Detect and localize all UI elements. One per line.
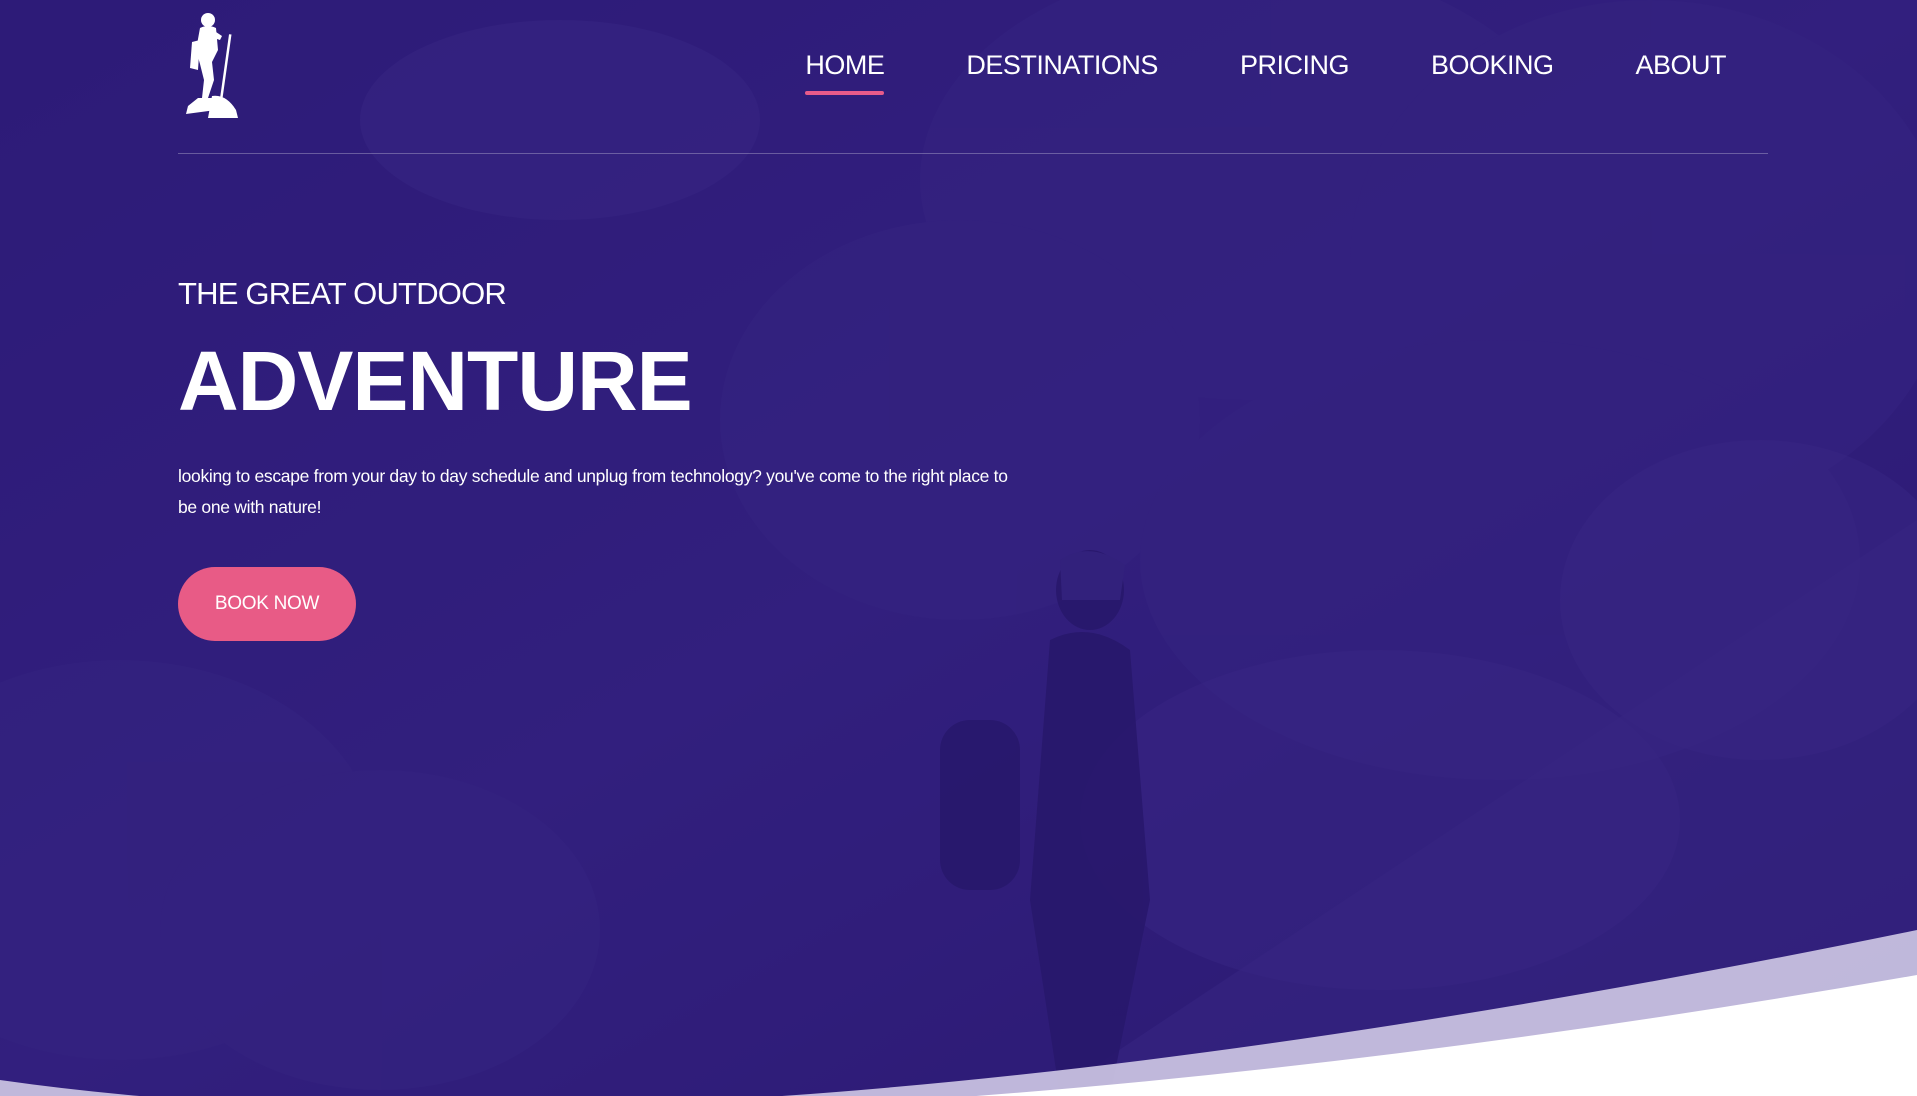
hero-description: looking to escape from your day to day s… bbox=[178, 466, 1008, 517]
hero-section: HOME DESTINATIONS PRICING BOOKING ABOUT … bbox=[0, 0, 1917, 1096]
nav-item-booking[interactable]: BOOKING bbox=[1431, 50, 1554, 95]
hero-copy: THE GREAT OUTDOOR ADVENTURE looking to e… bbox=[178, 278, 1038, 641]
nav-item-destinations[interactable]: DESTINATIONS bbox=[966, 50, 1158, 95]
site-header: HOME DESTINATIONS PRICING BOOKING ABOUT bbox=[178, 0, 1768, 154]
main-nav: HOME DESTINATIONS PRICING BOOKING ABOUT bbox=[805, 50, 1726, 95]
hero-eyebrow: THE GREAT OUTDOOR bbox=[178, 276, 507, 311]
nav-item-pricing[interactable]: PRICING bbox=[1240, 50, 1350, 95]
nav-item-home[interactable]: HOME bbox=[805, 50, 885, 95]
book-now-button[interactable]: BOOK NOW bbox=[178, 567, 356, 641]
nav-item-about[interactable]: ABOUT bbox=[1635, 50, 1726, 95]
hero-headline: ADVENTURE bbox=[178, 334, 693, 428]
hiker-silhouette-icon[interactable] bbox=[178, 10, 242, 122]
